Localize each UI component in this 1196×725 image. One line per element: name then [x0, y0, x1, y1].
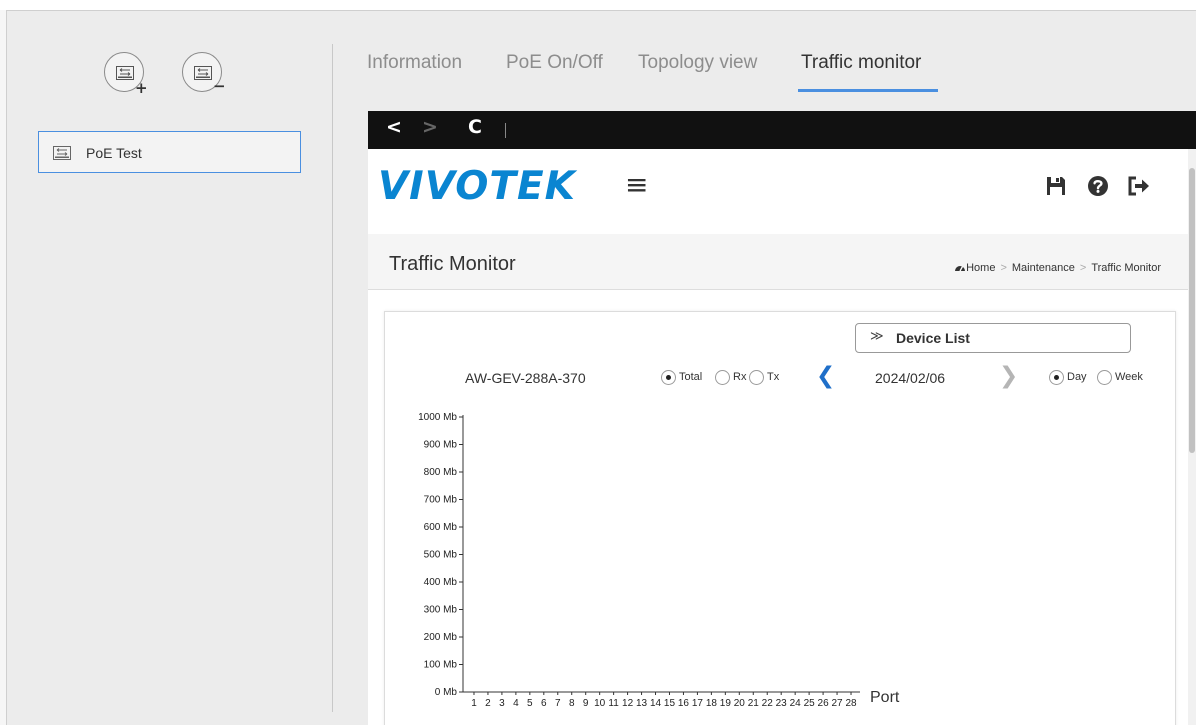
reload-icon[interactable]: C	[468, 118, 482, 137]
x-tick-label: 13	[636, 698, 648, 709]
y-tick-label: 900 Mb	[424, 440, 458, 451]
browser-toolbar: < > C	[368, 111, 1196, 149]
device-item-poe-test[interactable]: PoE Test	[38, 131, 301, 173]
switch-icon	[53, 146, 71, 160]
x-tick-label: 16	[678, 698, 690, 709]
window-top-border	[0, 0, 1196, 11]
device-item-label: PoE Test	[86, 145, 142, 161]
x-tick-label: 20	[734, 698, 746, 709]
active-tab-indicator	[798, 89, 938, 92]
panel-divider	[332, 44, 333, 712]
x-tick-label: 23	[776, 698, 788, 709]
x-tick-label: 14	[650, 698, 662, 709]
toolbar-separator	[505, 123, 506, 138]
y-tick-label: 400 Mb	[424, 577, 458, 588]
y-tick-label: 0 Mb	[435, 687, 458, 698]
tab-information[interactable]: Information	[367, 52, 462, 74]
y-tick-label: 100 Mb	[424, 660, 458, 671]
x-tick-label: 8	[569, 698, 575, 709]
forward-icon[interactable]: >	[422, 118, 438, 137]
window-left-edge	[0, 10, 7, 725]
switch-icon	[116, 66, 134, 80]
x-tick-label: 17	[692, 698, 704, 709]
minus-icon: −	[213, 77, 226, 95]
x-tick-label: 24	[790, 698, 802, 709]
y-tick-label: 1000 Mb	[418, 412, 457, 423]
traffic-chart: 0 Mb 100 Mb 200 Mb 300 Mb 400 Mb 500 Mb 600 Mb…	[418, 412, 900, 709]
tab-topology-view[interactable]: Topology view	[638, 52, 757, 74]
add-device-button[interactable]: +	[104, 52, 148, 96]
x-tick-label: 25	[804, 698, 816, 709]
x-tick-label: 6	[541, 698, 547, 709]
web-page: VIVOTEK ≡ Traffic Monitor Home > Maintenan…	[368, 149, 1188, 725]
y-tick-label: 200 Mb	[424, 632, 458, 643]
x-tick-label: 9	[583, 698, 589, 709]
x-tick-label: 22	[762, 698, 774, 709]
y-tick-label: 700 Mb	[424, 495, 458, 506]
x-tick-label: 12	[622, 698, 634, 709]
x-tick-label: 4	[513, 698, 519, 709]
tab-traffic-monitor[interactable]: Traffic monitor	[801, 52, 921, 74]
x-tick-label: 26	[818, 698, 830, 709]
tab-poe-on-off[interactable]: PoE On/Off	[506, 52, 603, 74]
x-tick-label: 3	[499, 698, 505, 709]
y-tick-label: 500 Mb	[424, 550, 458, 561]
plus-icon: +	[135, 79, 148, 97]
x-tick-label: 28	[845, 698, 857, 709]
x-tick-label: 11	[608, 698, 619, 709]
x-tick-label: 19	[720, 698, 732, 709]
back-icon[interactable]: <	[386, 118, 402, 137]
x-tick-label: 1	[471, 698, 477, 709]
chart-x-axis-label: Port	[870, 689, 900, 706]
y-tick-label: 300 Mb	[424, 605, 458, 616]
x-tick-label: 10	[594, 698, 606, 709]
x-tick-label: 7	[555, 698, 561, 709]
x-tick-label: 5	[527, 698, 533, 709]
x-tick-label: 15	[664, 698, 676, 709]
remove-device-button[interactable]: −	[182, 52, 226, 94]
x-tick-label: 27	[831, 698, 843, 709]
page-scrollbar-thumb[interactable]	[1189, 168, 1195, 453]
y-tick-label: 600 Mb	[424, 522, 458, 533]
switch-icon	[194, 66, 212, 80]
x-tick-label: 2	[485, 698, 491, 709]
y-tick-label: 800 Mb	[424, 467, 458, 478]
x-tick-label: 21	[748, 698, 760, 709]
x-tick-label: 18	[706, 698, 718, 709]
